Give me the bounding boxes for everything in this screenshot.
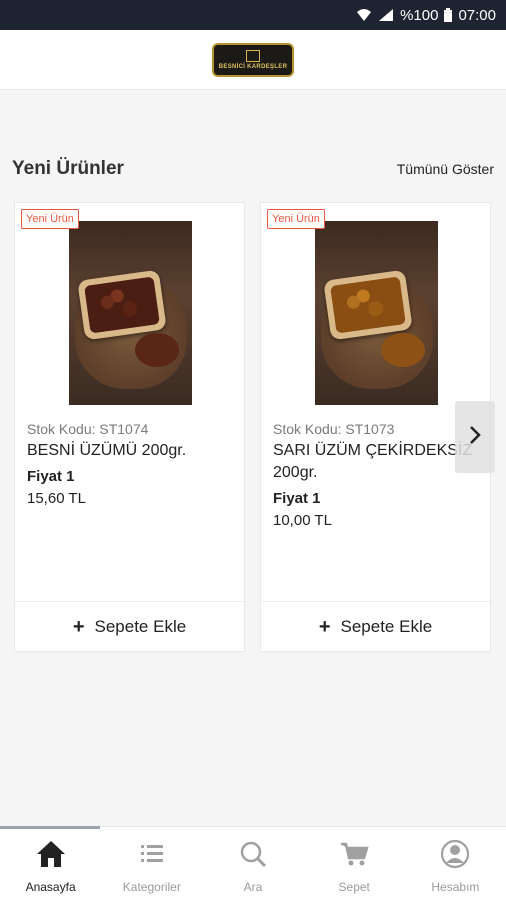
nav-label: Hesabım bbox=[431, 880, 480, 894]
show-all-link[interactable]: Tümünü Göster bbox=[397, 161, 494, 177]
product-image[interactable] bbox=[315, 221, 438, 405]
nav-label: Kategoriler bbox=[122, 880, 181, 894]
crest-icon bbox=[246, 49, 260, 62]
product-price: 10,00 TL bbox=[273, 512, 332, 529]
list-icon bbox=[137, 839, 167, 880]
new-product-badge: Yeni Ürün bbox=[267, 209, 325, 229]
nav-label: Sepet bbox=[338, 880, 370, 894]
logo-text: BESNİCİ KARDEŞLER bbox=[218, 63, 288, 70]
product-card[interactable]: Yeni Ürün Stok Kodu: ST1074 BESNİ ÜZÜMÜ … bbox=[14, 202, 245, 652]
stock-code: Stok Kodu: ST1074 bbox=[27, 421, 149, 437]
add-to-cart-button[interactable]: + Sepete Ekle bbox=[15, 601, 244, 651]
plus-icon: + bbox=[72, 615, 85, 638]
wifi-icon bbox=[356, 8, 372, 22]
brand-logo[interactable]: BESNİCİ KARDEŞLER bbox=[212, 42, 294, 77]
add-to-cart-button[interactable]: + Sepete Ekle bbox=[261, 601, 490, 651]
nav-label: Anasayfa bbox=[25, 880, 76, 894]
carousel-next-button[interactable] bbox=[455, 401, 495, 473]
nav-item-home[interactable]: Anasayfa bbox=[0, 826, 101, 900]
nav-item-cart[interactable]: Sepet bbox=[304, 827, 405, 900]
battery-icon bbox=[444, 8, 453, 22]
price-label: Fiyat 1 bbox=[273, 490, 321, 507]
product-name[interactable]: SARI ÜZÜM ÇEKİRDEKSİZ 200gr. bbox=[273, 440, 478, 484]
new-product-badge: Yeni Ürün bbox=[21, 209, 79, 229]
bottom-navigation: Anasayfa Kategoriler Ara Sepet Hesabım bbox=[0, 826, 506, 900]
chevron-right-icon bbox=[468, 425, 482, 450]
add-to-cart-label: Sepete Ekle bbox=[94, 616, 187, 636]
status-bar: %100 07:00 bbox=[0, 0, 506, 30]
nav-item-search[interactable]: Ara bbox=[202, 827, 303, 900]
plus-icon: + bbox=[318, 615, 331, 638]
stock-code: Stok Kodu: ST1073 bbox=[273, 421, 395, 437]
section-title: Yeni Ürünler bbox=[12, 158, 124, 179]
price-label: Fiyat 1 bbox=[27, 468, 75, 485]
signal-icon bbox=[378, 8, 394, 22]
home-icon bbox=[35, 839, 67, 880]
battery-percent: %100 bbox=[400, 6, 439, 24]
search-icon bbox=[238, 839, 268, 880]
nav-label: Ara bbox=[243, 880, 263, 894]
nav-item-account[interactable]: Hesabım bbox=[405, 827, 506, 900]
clock: 07:00 bbox=[458, 6, 496, 24]
product-image[interactable] bbox=[69, 221, 192, 405]
product-price: 15,60 TL bbox=[27, 490, 86, 507]
nav-item-categories[interactable]: Kategoriler bbox=[101, 827, 202, 900]
product-name[interactable]: BESNİ ÜZÜMÜ 200gr. bbox=[27, 440, 232, 462]
app-header: BESNİCİ KARDEŞLER bbox=[0, 30, 506, 90]
account-icon bbox=[440, 839, 470, 880]
cart-icon bbox=[339, 839, 369, 880]
add-to-cart-label: Sepete Ekle bbox=[340, 616, 433, 636]
